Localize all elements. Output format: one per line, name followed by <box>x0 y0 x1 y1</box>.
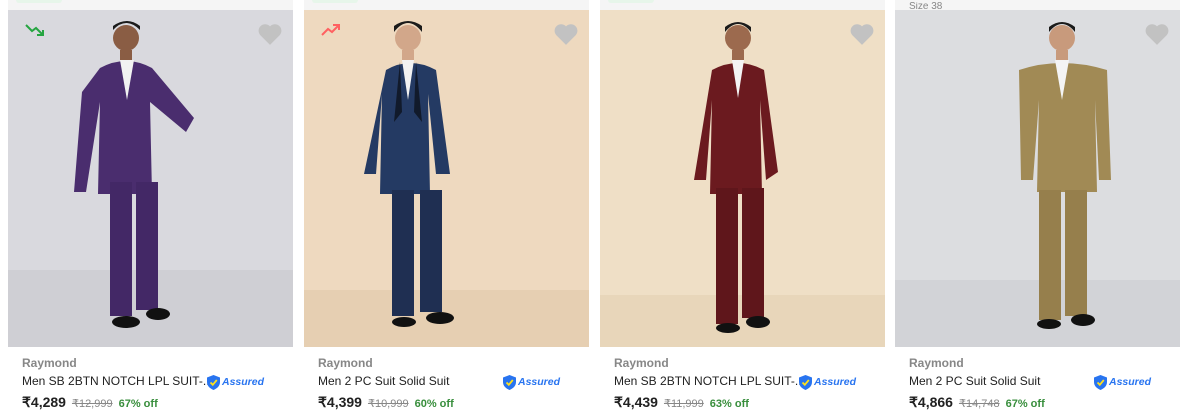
assured-badge: Assured <box>1094 374 1151 390</box>
original-price: ₹11,999 <box>663 398 704 410</box>
product-photo-placeholder <box>600 10 885 347</box>
product-card[interactable]: Raymond Men SB 2BTN NOTCH LPL SUIT-... A… <box>600 0 885 417</box>
product-card[interactable]: Size 38 Raymond Men 2 PC Suit Solid Suit <box>895 0 1180 417</box>
product-image[interactable] <box>304 10 589 347</box>
assured-shield-icon <box>503 374 516 390</box>
product-image[interactable] <box>895 10 1180 347</box>
original-price: ₹12,999 <box>71 398 113 410</box>
product-image[interactable] <box>8 10 293 347</box>
product-title[interactable]: Men 2 PC Suit Solid Suit <box>318 374 508 389</box>
product-card[interactable]: Raymond Men 2 PC Suit Solid Suit Assured… <box>304 0 589 417</box>
product-photo-placeholder <box>895 10 1180 347</box>
assured-badge: Assured <box>207 374 264 390</box>
price-row: ₹4,439 ₹11,999 63% off <box>614 394 876 411</box>
offer-tag <box>16 0 62 3</box>
assured-shield-icon <box>207 374 220 390</box>
title-row: Men 2 PC Suit Solid Suit Assured <box>909 374 1171 392</box>
original-price: ₹10,999 <box>367 398 409 410</box>
selling-price: ₹4,866 <box>909 394 953 410</box>
card-top-strip <box>600 0 885 10</box>
selling-price: ₹4,289 <box>22 394 66 410</box>
price-row: ₹4,399 ₹10,999 60% off <box>318 394 580 411</box>
product-brand: Raymond <box>22 356 77 370</box>
discount-percent: 67% off <box>1005 398 1045 410</box>
product-info: Raymond Men SB 2BTN NOTCH LPL SUIT-... A… <box>614 356 876 411</box>
product-brand: Raymond <box>909 356 964 370</box>
product-title[interactable]: Men SB 2BTN NOTCH LPL SUIT-... <box>614 374 802 389</box>
card-top-strip: Size 38 <box>895 0 1180 10</box>
price-row: ₹4,866 ₹14,748 67% off <box>909 394 1171 411</box>
assured-label: Assured <box>814 376 857 388</box>
product-card[interactable]: Raymond Men SB 2BTN NOTCH LPL SUIT-... A… <box>8 0 293 417</box>
product-title[interactable]: Men 2 PC Suit Solid Suit <box>909 374 1099 389</box>
assured-badge: Assured <box>799 374 856 390</box>
trending-down-icon <box>25 24 44 36</box>
assured-label: Assured <box>222 376 265 388</box>
assured-shield-icon <box>799 374 812 390</box>
product-brand: Raymond <box>614 356 669 370</box>
discount-percent: 60% off <box>414 398 454 410</box>
product-brand: Raymond <box>318 356 373 370</box>
product-image[interactable] <box>600 10 885 347</box>
heart-icon[interactable] <box>553 22 579 46</box>
trending-up-icon <box>321 24 340 36</box>
assured-badge: Assured <box>503 374 560 390</box>
offer-tag <box>608 0 654 3</box>
card-top-strip <box>304 0 589 10</box>
product-info: Raymond Men SB 2BTN NOTCH LPL SUIT-... A… <box>22 356 284 411</box>
title-row: Men SB 2BTN NOTCH LPL SUIT-... Assured <box>614 374 876 392</box>
heart-icon[interactable] <box>257 22 283 46</box>
selling-price: ₹4,439 <box>614 394 658 410</box>
title-row: Men SB 2BTN NOTCH LPL SUIT-... Assured <box>22 374 284 392</box>
offer-tag <box>312 0 358 3</box>
product-title[interactable]: Men SB 2BTN NOTCH LPL SUIT-... <box>22 374 210 389</box>
assured-shield-icon <box>1094 374 1107 390</box>
price-row: ₹4,289 ₹12,999 67% off <box>22 394 284 411</box>
discount-percent: 67% off <box>118 398 158 410</box>
assured-label: Assured <box>1109 376 1152 388</box>
selling-price: ₹4,399 <box>318 394 362 410</box>
assured-label: Assured <box>518 376 561 388</box>
product-info: Raymond Men 2 PC Suit Solid Suit Assured… <box>318 356 580 411</box>
size-hint: Size 38 <box>909 2 943 10</box>
card-top-strip <box>8 0 293 10</box>
product-photo-placeholder <box>8 10 293 347</box>
product-photo-placeholder <box>304 10 589 347</box>
title-row: Men 2 PC Suit Solid Suit Assured <box>318 374 580 392</box>
heart-icon[interactable] <box>849 22 875 46</box>
original-price: ₹14,748 <box>958 398 1000 410</box>
discount-percent: 63% off <box>709 398 749 410</box>
product-info: Raymond Men 2 PC Suit Solid Suit Assured… <box>909 356 1171 411</box>
heart-icon[interactable] <box>1144 22 1170 46</box>
